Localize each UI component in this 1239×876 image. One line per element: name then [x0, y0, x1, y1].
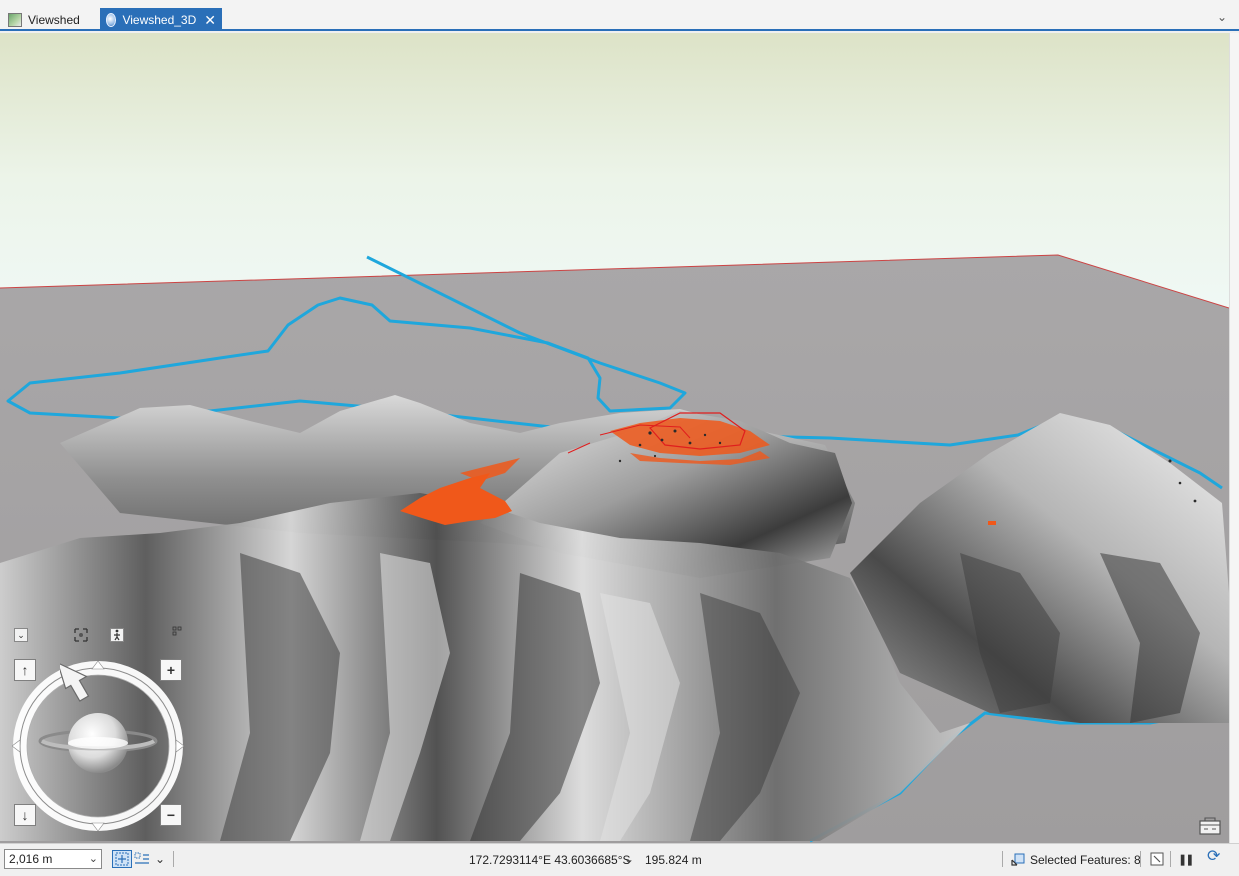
- select-features-icon: [1011, 853, 1025, 866]
- selected-features-button[interactable]: Selected Features: 8: [1010, 850, 1141, 870]
- chevron-down-icon: ⌄: [17, 629, 25, 640]
- scene-scrollbar[interactable]: [1229, 33, 1239, 843]
- first-person-button[interactable]: [110, 628, 124, 642]
- navigator-collapse-button[interactable]: ⌄: [14, 628, 28, 642]
- clear-selection-button[interactable]: [1150, 850, 1164, 868]
- clear-selection-icon: [1150, 852, 1164, 866]
- tab-overflow-chevron-icon[interactable]: ⌄: [1217, 10, 1227, 24]
- basemap-gallery-icon[interactable]: [1199, 817, 1221, 835]
- divider: [1140, 851, 1141, 867]
- snapping-icon: [134, 852, 149, 864]
- tab-label: Viewshed: [28, 12, 80, 27]
- close-icon[interactable]: ✕: [204, 13, 216, 27]
- navigator-options-button[interactable]: [172, 626, 182, 636]
- refresh-icon[interactable]: ⟳: [1207, 847, 1220, 865]
- pause-drawing-icon[interactable]: ❚❚: [1178, 850, 1195, 868]
- tab-viewshed-3d[interactable]: Viewshed_3D ✕: [100, 8, 222, 31]
- divider: [1002, 851, 1003, 867]
- grid-dots-icon: [172, 626, 182, 636]
- scene-view[interactable]: ⌄ ↑ ↓ + −: [0, 33, 1229, 843]
- chevron-down-icon[interactable]: ⌄: [155, 850, 165, 868]
- snapping-button[interactable]: [134, 850, 150, 868]
- selected-features-label: Selected Features: 8: [1030, 853, 1141, 867]
- scale-dropdown[interactable]: 2,016 m ⌄: [4, 849, 102, 869]
- north-arrow-icon[interactable]: [60, 655, 90, 703]
- globe-icon: [106, 12, 117, 27]
- elevation-readout: 195.824 m: [645, 853, 702, 867]
- walk-icon: [114, 629, 120, 641]
- navigation-mode-button[interactable]: [112, 850, 132, 868]
- chevron-down-icon: ⌄: [88, 853, 98, 865]
- divider: [173, 851, 174, 867]
- full-extent-icon: [74, 628, 88, 642]
- grid-cursor-icon: [115, 852, 129, 866]
- tab-label: Viewshed_3D: [122, 12, 197, 27]
- scale-value: 2,016 m: [9, 852, 53, 866]
- full-extent-button[interactable]: [74, 628, 88, 642]
- map-tab-bar: Viewshed Viewshed_3D ✕ ⌄: [0, 0, 1239, 31]
- terrain-surface: [0, 254, 1229, 843]
- coordinate-readout: 172.7293114°E 43.6036685°S: [469, 853, 631, 867]
- tab-viewshed[interactable]: Viewshed: [2, 8, 98, 31]
- divider: [1170, 851, 1171, 867]
- coordinate-format-chevron-icon[interactable]: ⌄: [624, 852, 634, 866]
- map-icon: [8, 12, 22, 27]
- globe-navigator-icon[interactable]: [36, 705, 160, 781]
- status-bar: 2,016 m ⌄ ⌄ 172.7293114°E 43.6036685°S ⌄…: [0, 843, 1239, 876]
